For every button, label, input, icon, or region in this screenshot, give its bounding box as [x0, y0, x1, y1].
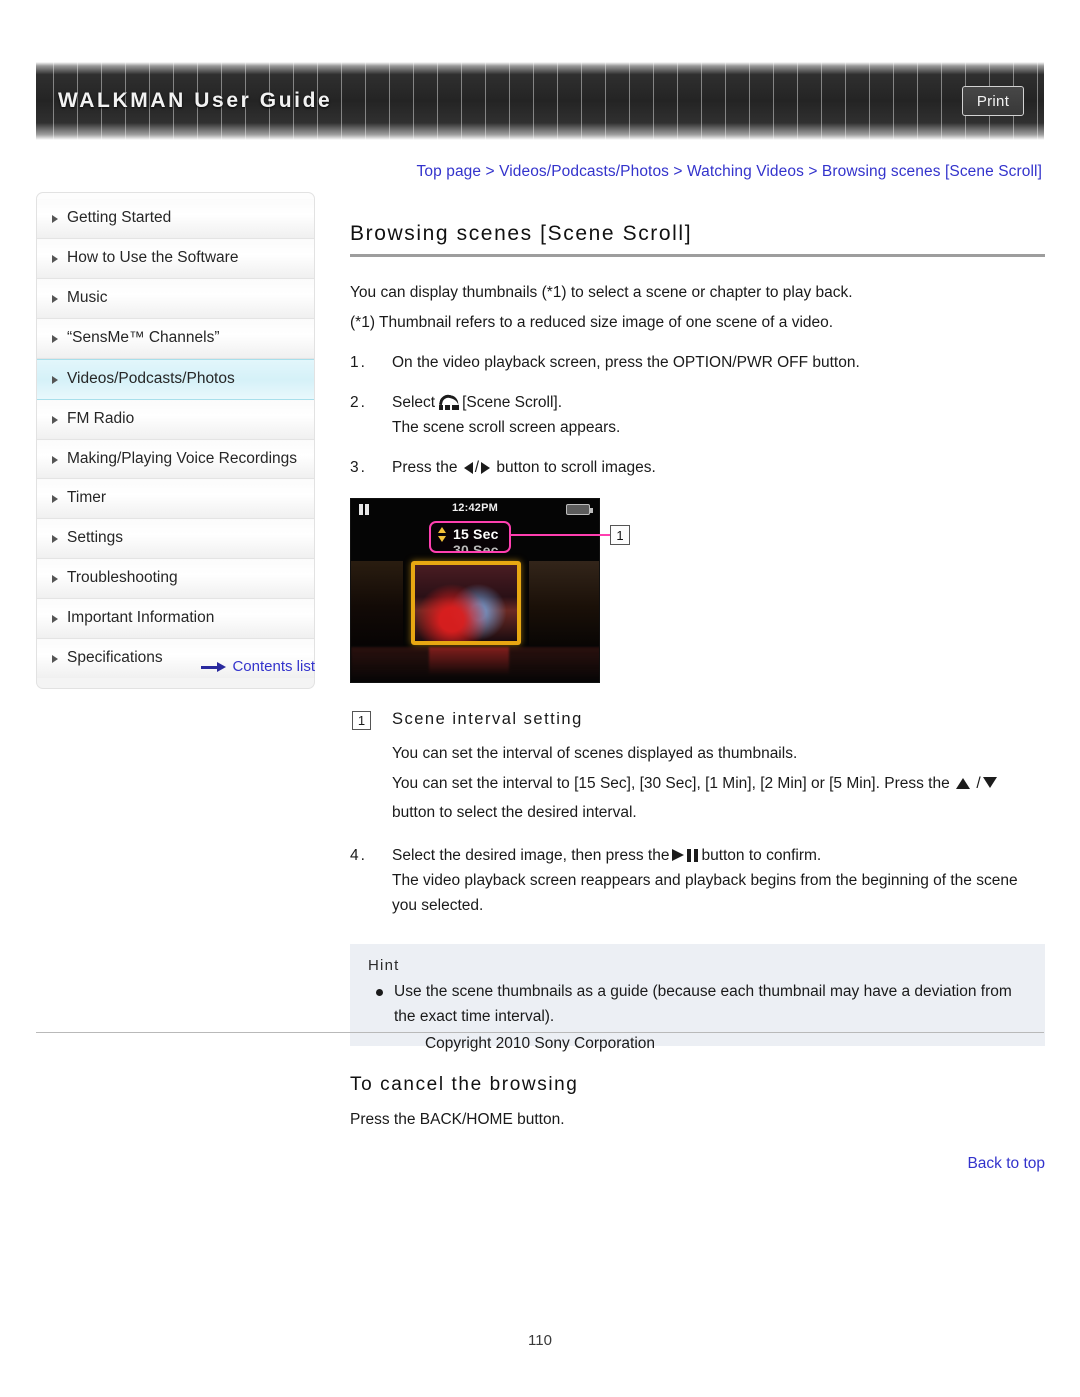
step-2-subtext: The scene scroll screen appears.: [392, 419, 621, 437]
step-1-text: On the video playback screen, press the …: [392, 354, 860, 372]
sidebar-item-music[interactable]: Music: [37, 278, 314, 319]
sidebar-item-making-playing-voice-recordings[interactable]: Making/Playing Voice Recordings: [37, 439, 314, 480]
page-title: Browsing scenes [Scene Scroll]: [350, 222, 693, 245]
contents-list-label: Contents list: [232, 658, 315, 675]
step-4-subtext: The video playback screen reappears and …: [392, 871, 1018, 914]
sidebar-item-sensme-channels[interactable]: “SensMe™ Channels”: [37, 318, 314, 359]
sidebar-item-label: Videos/Podcasts/Photos: [67, 369, 235, 387]
scene-interval-setting-section: 1 Scene interval setting You can set the…: [350, 710, 1045, 827]
intro-paragraph-1: You can display thumbnails (*1) to selec…: [350, 284, 853, 301]
callout-marker-1: 1: [610, 525, 630, 546]
triangle-down-icon: [982, 776, 997, 788]
sidebar-item-important-information[interactable]: Important Information: [37, 599, 314, 640]
callout-badge-1: 1: [352, 711, 371, 731]
sidebar-item-troubleshooting[interactable]: Troubleshooting: [37, 559, 314, 600]
callout-heading: Scene interval setting: [392, 710, 583, 729]
pause-icon: [359, 504, 369, 516]
hint-label: Hint: [368, 957, 400, 975]
step-3: 3. Press the / button to scroll images.: [350, 455, 1045, 480]
site-title: WALKMAN User Guide: [58, 89, 333, 112]
sidebar-item-label: How to Use the Software: [67, 248, 239, 266]
thumbnail-selected: [411, 561, 521, 646]
copyright-notice: Copyright 2010 Sony Corporation: [424, 1035, 656, 1052]
thumbnail-reflection: [351, 647, 599, 683]
sidebar-item-label: “SensMe™ Channels”: [67, 328, 220, 346]
play-pause-icon: [672, 848, 699, 862]
cancel-browsing-heading: To cancel the browsing: [350, 1073, 579, 1095]
title-divider: [350, 254, 1045, 257]
sidebar-item-label: Settings: [67, 529, 124, 547]
step-3-text-mid: /: [474, 459, 480, 477]
sidebar-item-label: Music: [67, 288, 108, 306]
cancel-browsing-body: Press the BACK/HOME button.: [350, 1111, 565, 1129]
interval-value-next: 30 Sec: [453, 542, 499, 554]
sidebar-item-label: Timer: [67, 489, 107, 507]
callout-line-2-c: button to select the desired interval.: [392, 804, 637, 822]
triangle-up-icon: [438, 527, 446, 534]
sidebar-item-label: Important Information: [67, 609, 215, 627]
callout-line-2: You can set the interval to [15 Sec], [3…: [392, 769, 1045, 828]
step-4: 4. Select the desired image, then press …: [350, 843, 1045, 918]
triangle-down-icon: [438, 536, 446, 543]
step-4-text-after: button to confirm.: [701, 846, 822, 864]
hint-item: Use the scene thumbnails as a guide (bec…: [368, 980, 1027, 1030]
thumbnail-next: [529, 561, 599, 646]
arrow-right-icon: [201, 662, 227, 673]
callout-line-1: You can set the interval of scenes displ…: [392, 745, 798, 763]
back-to-top-link[interactable]: Back to top: [350, 1155, 1045, 1173]
footer-divider: [36, 1032, 1044, 1033]
interval-value-selected: 15 Sec: [453, 526, 499, 543]
sidebar-item-how-to-use-the-software[interactable]: How to Use the Software: [37, 238, 314, 279]
step-4-text-before: Select the desired image, then press the: [392, 846, 670, 864]
step-2: 2. Select [Scene Scroll]. The scene scrol…: [350, 390, 1045, 440]
step-4-number: 4.: [350, 846, 367, 864]
battery-icon: [566, 504, 593, 516]
triangle-right-icon: [481, 462, 491, 475]
contents-list-link[interactable]: Contents list: [36, 658, 315, 675]
hint-box: Hint Use the scene thumbnails as a guide…: [350, 944, 1045, 1046]
scene-scroll-icon: [438, 395, 460, 411]
device-screen: 12:42PM 15 Sec 30 Sec: [350, 498, 600, 684]
main-content: Browsing scenes [Scene Scroll] You can d…: [350, 222, 1045, 1173]
breadcrumb[interactable]: Top page > Videos/Podcasts/Photos > Watc…: [417, 163, 1042, 181]
step-1: 1. On the video playback screen, press t…: [350, 350, 1045, 375]
callout-line-2-b: /: [976, 774, 981, 792]
sidebar-item-label: Making/Playing Voice Recordings: [67, 449, 298, 467]
callout-line-2-a: You can set the interval to [15 Sec], [3…: [392, 774, 950, 792]
intro-paragraph-2: (*1) Thumbnail refers to a reduced size …: [350, 314, 834, 332]
print-button[interactable]: Print: [962, 86, 1024, 116]
thumbnail-previous: [351, 561, 403, 646]
sidebar-item-timer[interactable]: Timer: [37, 479, 314, 520]
triangle-up-icon: [956, 777, 971, 789]
scene-interval-selector: 15 Sec 30 Sec: [429, 521, 511, 554]
step-3-number: 3.: [350, 459, 367, 477]
step-2-text-after: [Scene Scroll].: [462, 394, 563, 412]
step-1-number: 1.: [350, 354, 367, 372]
sidebar-item-videos-podcasts-photos[interactable]: Videos/Podcasts/Photos: [37, 358, 314, 400]
device-screenshot-figure: 12:42PM 15 Sec 30 Sec 1: [350, 498, 650, 690]
sidebar-item-label: Troubleshooting: [67, 569, 178, 587]
sidebar-item-label: FM Radio: [67, 409, 135, 427]
sidebar-item-label: Getting Started: [67, 209, 172, 226]
triangle-left-icon: [463, 462, 473, 475]
step-3-text-after: button to scroll images.: [496, 459, 656, 477]
sidebar-navigation: Getting Started How to Use the Software …: [36, 192, 315, 690]
step-2-number: 2.: [350, 394, 367, 412]
sidebar-item-getting-started[interactable]: Getting Started: [37, 199, 314, 239]
callout-leader-line: [510, 534, 610, 537]
page-number: 110: [528, 1332, 552, 1349]
site-header: WALKMAN User Guide Print: [36, 62, 1044, 140]
step-2-text-before: Select: [392, 394, 436, 412]
sidebar-item-settings[interactable]: Settings: [37, 519, 314, 560]
step-3-text-before: Press the: [392, 459, 458, 477]
sidebar-item-fm-radio[interactable]: FM Radio: [37, 399, 314, 440]
device-clock: 12:42PM: [451, 502, 499, 515]
device-status-bar: 12:42PM: [351, 499, 599, 519]
